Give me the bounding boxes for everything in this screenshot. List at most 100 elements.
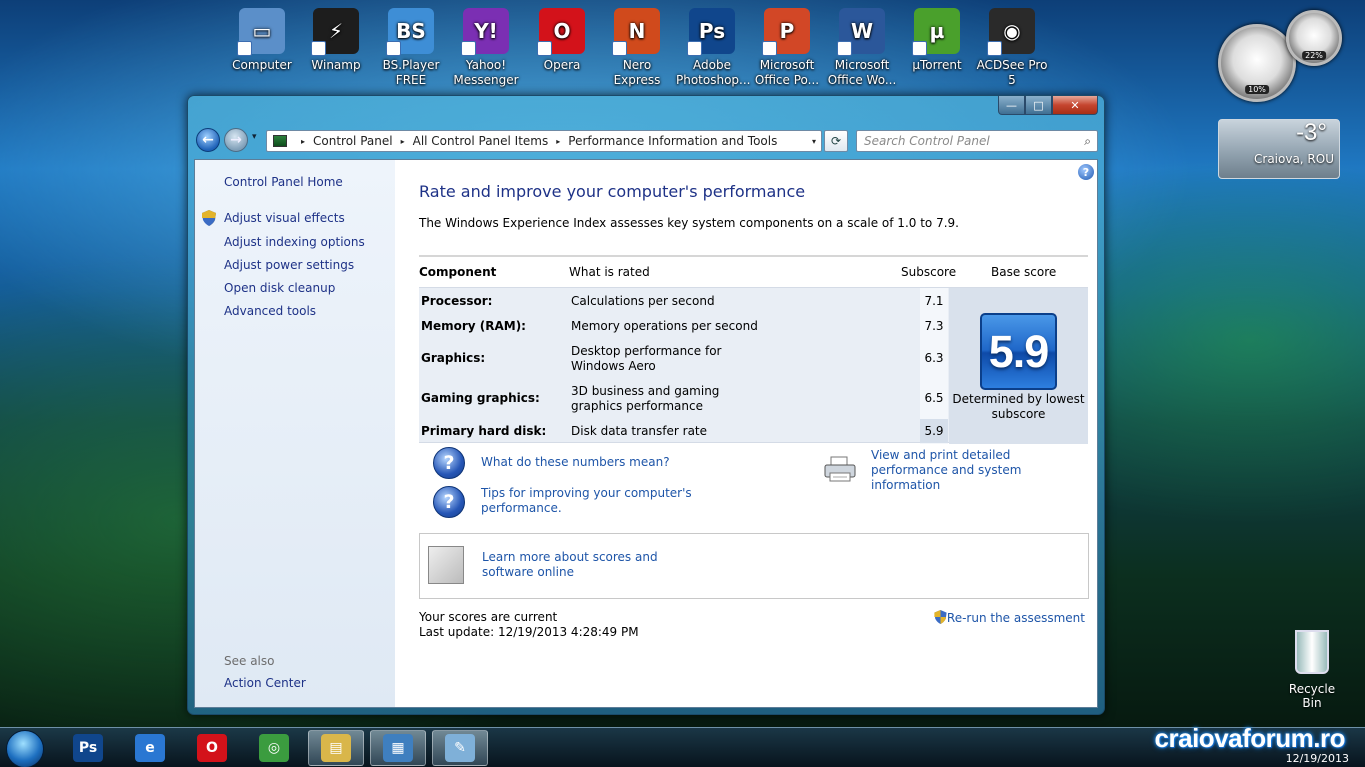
sidebar-adjust-power-settings[interactable]: Adjust power settings (224, 258, 354, 272)
taskbar-button-explorer[interactable]: ▤ (308, 730, 364, 766)
taskbar-button-paint[interactable]: ✎ (432, 730, 488, 766)
desktop-app-icon: P (762, 8, 810, 56)
what-numbers-mean-link[interactable]: What do these numbers mean? (481, 455, 670, 470)
sidebar: Control Panel Home Adjust visual effects… (195, 160, 395, 707)
desktop-icon[interactable]: BS BS.Player FREE (375, 6, 447, 88)
desktop-icon-label: µTorrent (912, 58, 962, 72)
header-subscore: Subscore (901, 265, 957, 279)
desktop-icon-label: ACDSee Pro (976, 58, 1048, 72)
weather-city: Craiova, ROU (1254, 152, 1334, 166)
search-input[interactable] (864, 134, 1064, 148)
recent-pages-dropdown[interactable]: ▾ (252, 132, 257, 142)
learn-more-box: Learn more about scores and software onl… (419, 533, 1089, 599)
rerun-assessment-link[interactable]: Re-run the assessment (934, 610, 1085, 625)
address-dropdown[interactable]: ▾ (807, 137, 821, 146)
control-panel-icon: ▦ (383, 734, 413, 762)
back-button[interactable]: ← (196, 128, 220, 152)
breadcrumb-separator[interactable]: ▸ (556, 137, 560, 146)
desktop-icon-label-line2: 5 (1008, 73, 1016, 87)
weather-temperature: -3° (1296, 119, 1327, 146)
forward-button[interactable]: → (224, 128, 248, 152)
sidebar-open-disk-cleanup[interactable]: Open disk cleanup (224, 281, 335, 295)
score-table: Component What is rated Subscore Base sc… (419, 255, 1088, 444)
content-pane: Control Panel Home Adjust visual effects… (194, 159, 1098, 708)
row-what: Memory operations per second (571, 319, 758, 333)
header-component: Component (419, 265, 497, 279)
page-description: The Windows Experience Index assesses ke… (419, 216, 959, 230)
minimize-button[interactable]: — (998, 96, 1025, 115)
internet-explorer-icon: e (135, 734, 165, 762)
breadcrumb-separator[interactable]: ▸ (401, 137, 405, 146)
desktop-icon-label-line2: Office Wo... (827, 73, 897, 87)
breadcrumb-performance[interactable]: Performance Information and Tools (568, 134, 777, 148)
uac-shield-icon (202, 210, 216, 226)
taskbar-button-internet-explorer[interactable]: e (122, 730, 178, 766)
tips-link[interactable]: Tips for improving your computer's perfo… (481, 486, 701, 516)
view-print-details-link[interactable]: View and print detailed performance and … (871, 448, 1091, 493)
sidebar-action-center[interactable]: Action Center (224, 676, 306, 690)
question-icon: ? (433, 486, 465, 518)
breadcrumb-separator[interactable]: ▸ (301, 137, 305, 146)
desktop-icon-label: Nero Express (613, 58, 661, 87)
row-component: Graphics: (421, 351, 486, 365)
row-component: Primary hard disk: (421, 424, 547, 438)
desktop-icon[interactable]: ▭ Computer (226, 6, 298, 73)
question-icon: ? (433, 447, 465, 479)
window-controls: — □ ✕ (998, 96, 1098, 115)
breadcrumb-control-panel[interactable]: Control Panel (313, 134, 393, 148)
row-component: Memory (RAM): (421, 319, 526, 333)
address-bar[interactable]: ▸ Control Panel ▸ All Control Panel Item… (266, 130, 822, 152)
maximize-button[interactable]: □ (1025, 96, 1052, 115)
desktop-icon-label: Yahoo! (465, 58, 507, 72)
page-title: Rate and improve your computer's perform… (419, 182, 806, 201)
desktop-icon-label: Microsoft (759, 58, 815, 72)
sidebar-adjust-indexing-options[interactable]: Adjust indexing options (224, 235, 365, 249)
rerun-label[interactable]: Re-run the assessment (947, 611, 1085, 625)
desktop-icon[interactable]: W Microsoft Office Wo... (826, 6, 898, 88)
main-panel: ? Rate and improve your computer's perfo… (395, 160, 1097, 707)
row-subscore: 6.3 (924, 351, 944, 365)
desktop-icon-label-line2: Photoshop... (676, 73, 751, 87)
search-box[interactable]: ⌕ (856, 130, 1098, 152)
help-icon[interactable]: ? (1078, 164, 1094, 180)
cpu-dial-icon: 10% (1218, 24, 1296, 102)
header-what-is-rated: What is rated (569, 265, 650, 279)
control-panel-icon (273, 135, 287, 147)
desktop-icon[interactable]: O Opera (526, 6, 598, 73)
cpu-meter-gadget[interactable]: 10% 22% (1216, 6, 1356, 106)
row-subscore: 7.3 (924, 319, 944, 333)
desktop-icon-label: BS.Player (382, 58, 440, 72)
refresh-button[interactable]: ⟳ (824, 130, 848, 152)
chrome-icon: ◎ (259, 734, 289, 762)
sidebar-adjust-visual-effects[interactable]: Adjust visual effects (224, 211, 345, 225)
paint-icon: ✎ (445, 734, 475, 762)
taskbar-button-photoshop[interactable]: Ps (60, 730, 116, 766)
weather-gadget[interactable]: -3° Craiova, ROU (1218, 119, 1340, 179)
sidebar-advanced-tools[interactable]: Advanced tools (224, 304, 316, 318)
row-what: Desktop performance for Windows Aero (571, 344, 722, 373)
taskbar-button-opera[interactable]: O (184, 730, 240, 766)
desktop-icon-label: Adobe (693, 58, 731, 72)
close-button[interactable]: ✕ (1052, 96, 1098, 115)
desktop-icon[interactable]: ⚡ Winamp (300, 6, 372, 73)
desktop-icon[interactable]: Ps Adobe Photoshop... (676, 6, 751, 88)
sidebar-control-panel-home[interactable]: Control Panel Home (224, 175, 343, 189)
taskbar-button-control-panel[interactable]: ▦ (370, 730, 426, 766)
breadcrumb-all-items[interactable]: All Control Panel Items (413, 134, 549, 148)
search-icon[interactable]: ⌕ (1084, 134, 1091, 149)
learn-more-link[interactable]: Learn more about scores and software onl… (482, 550, 692, 580)
recycle-bin[interactable]: Recycle Bin (1280, 630, 1344, 710)
desktop-icon[interactable]: P Microsoft Office Po... (751, 6, 823, 88)
desktop-icon[interactable]: N Nero Express (601, 6, 673, 88)
row-subscore: 6.5 (924, 391, 944, 405)
desktop-icon[interactable]: ◉ ACDSee Pro 5 (976, 6, 1048, 88)
navigation-bar: ← → ▾ ▸ Control Panel ▸ All Control Pane… (194, 126, 1098, 154)
desktop-icon-label: Opera (543, 58, 581, 72)
start-button[interactable] (6, 730, 44, 767)
row-what: 3D business and gaming graphics performa… (571, 384, 720, 413)
desktop-icon[interactable]: µ µTorrent (901, 6, 973, 73)
desktop-icon[interactable]: Y! Yahoo! Messenger (450, 6, 522, 88)
base-score-caption: Determined by lowest subscore (952, 392, 1085, 421)
taskbar-button-chrome[interactable]: ◎ (246, 730, 302, 766)
desktop-icon-label: Microsoft (834, 58, 890, 72)
